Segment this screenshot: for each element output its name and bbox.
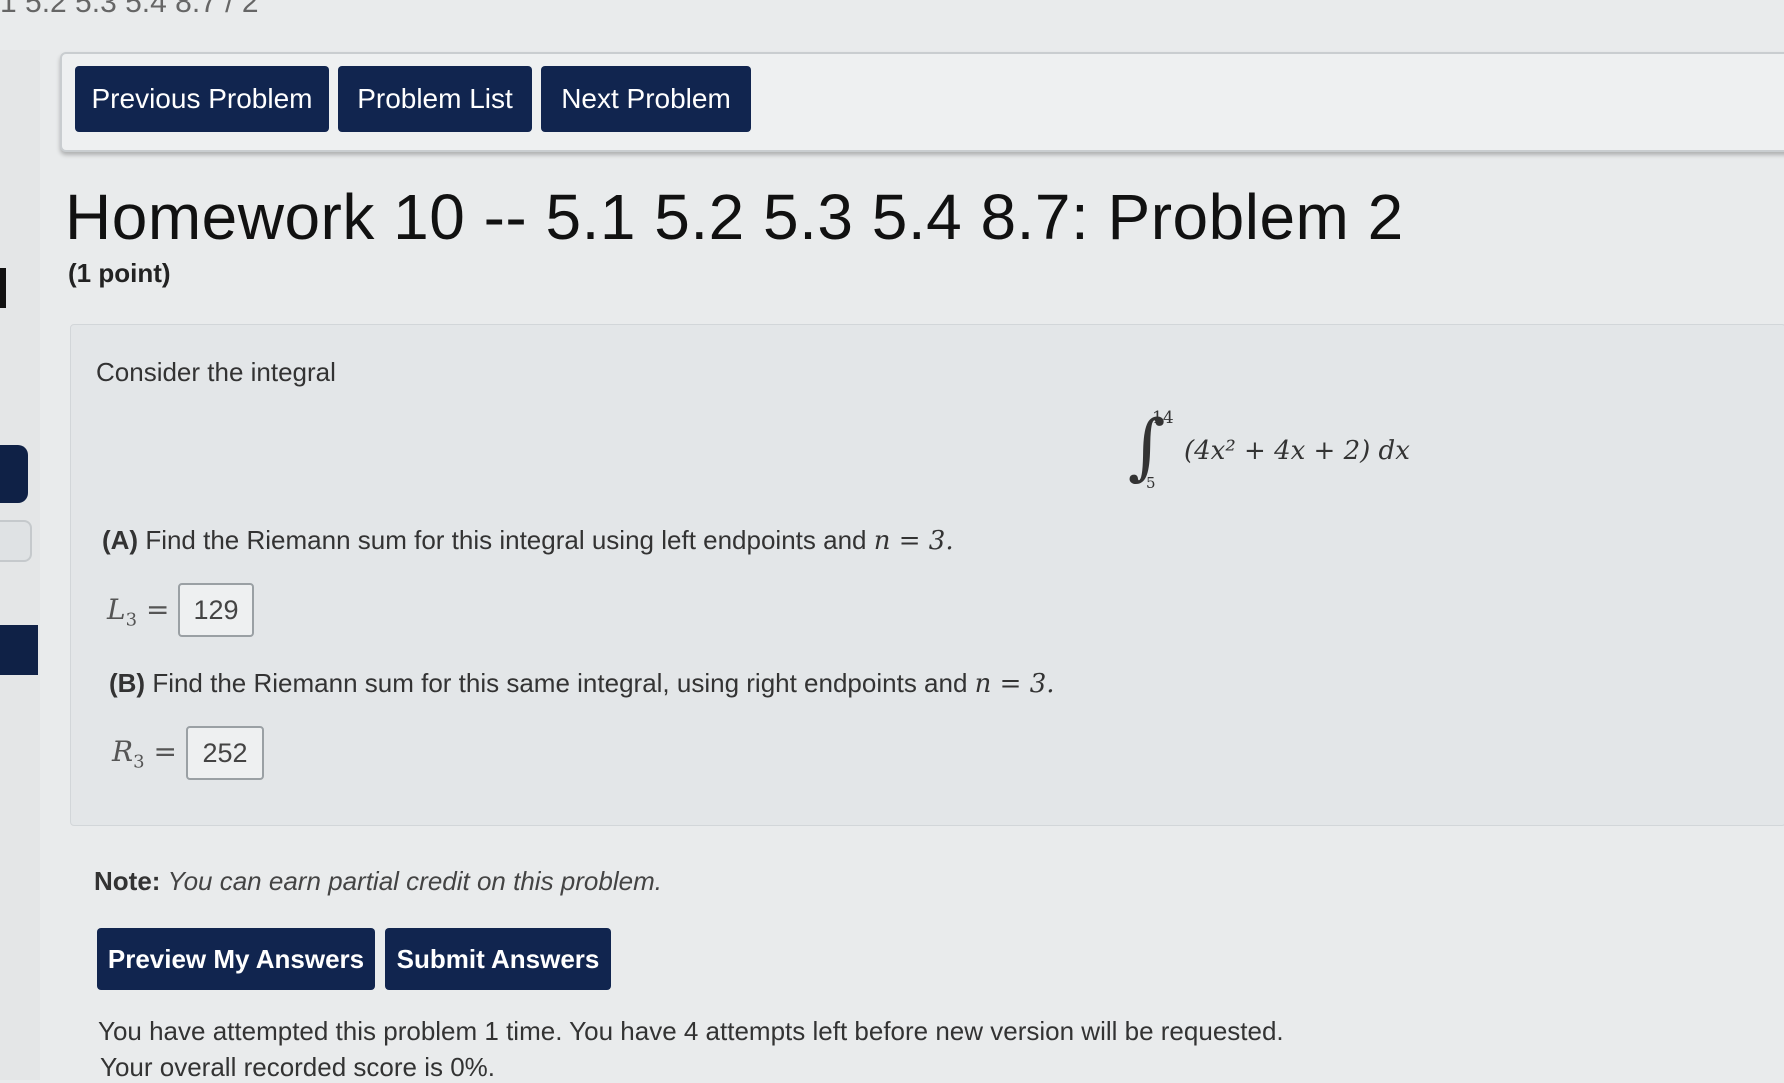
submit-answers-button[interactable]: Submit Answers xyxy=(385,928,611,990)
right-sum-equals: = xyxy=(144,735,177,768)
sidebar-edge xyxy=(0,50,40,1080)
breadcrumb: 1 5.2 5.3 5.4 8.7 / 2 xyxy=(0,0,259,19)
part-a-tag: (A) xyxy=(102,525,139,555)
part-a-text: Find the Riemann sum for this integral u… xyxy=(138,525,874,555)
score-status: Your overall recorded score is 0%. xyxy=(100,1052,496,1082)
right-sum-subscript: 3 xyxy=(133,751,145,773)
note-text: You can earn partial credit on this prob… xyxy=(167,866,662,896)
left-sum-label: L3 = xyxy=(107,593,169,631)
left-sum-answer-field[interactable]: 129 xyxy=(178,583,254,637)
integral-lower-limit: 5 xyxy=(1146,474,1156,492)
integral-expression: ∫ 14 5 (4x² + 4x + 2) dx xyxy=(1128,404,1428,500)
sidebar-tab[interactable] xyxy=(0,520,32,562)
partial-credit-note: Note: You can earn partial credit on thi… xyxy=(94,866,662,897)
left-sum-subscript: 3 xyxy=(125,609,138,631)
preview-answers-button[interactable]: Preview My Answers xyxy=(97,928,375,990)
part-b-prompt: (B) Find the Riemann sum for this same i… xyxy=(109,668,1055,699)
points-value: (1 point) xyxy=(68,258,171,288)
right-sum-answer-field[interactable]: 252 xyxy=(186,726,264,780)
part-b-tag: (B) xyxy=(109,668,146,698)
integrand: (4x² + 4x + 2) dx xyxy=(1184,436,1410,466)
part-a-prompt: (A) Find the Riemann sum for this integr… xyxy=(102,525,954,556)
left-sum-symbol: L xyxy=(107,593,126,626)
page-title: Homework 10 -- 5.1 5.2 5.3 5.4 8.7: Prob… xyxy=(65,181,1404,253)
problem-list-button[interactable]: Problem List xyxy=(338,66,532,132)
right-sum-label: R3 = xyxy=(112,735,177,773)
next-problem-button[interactable]: Next Problem xyxy=(541,66,751,132)
sidebar-tab[interactable] xyxy=(0,445,28,503)
part-b-text: Find the Riemann sum for this same integ… xyxy=(145,668,975,698)
attempts-status: You have attempted this problem 1 time. … xyxy=(98,1016,1284,1046)
part-b-n: n = 3. xyxy=(974,669,1055,699)
part-a-n: n = 3. xyxy=(873,526,954,556)
problem-body xyxy=(70,324,1784,826)
sidebar-tab[interactable] xyxy=(0,625,38,675)
problem-intro: Consider the integral xyxy=(96,357,336,387)
note-label: Note: xyxy=(94,866,161,896)
integral-upper-limit: 14 xyxy=(1152,408,1174,428)
previous-problem-button[interactable]: Previous Problem xyxy=(75,66,329,132)
left-sum-equals: = xyxy=(137,593,170,626)
sidebar-marker xyxy=(0,268,6,308)
right-sum-symbol: R xyxy=(112,735,134,768)
